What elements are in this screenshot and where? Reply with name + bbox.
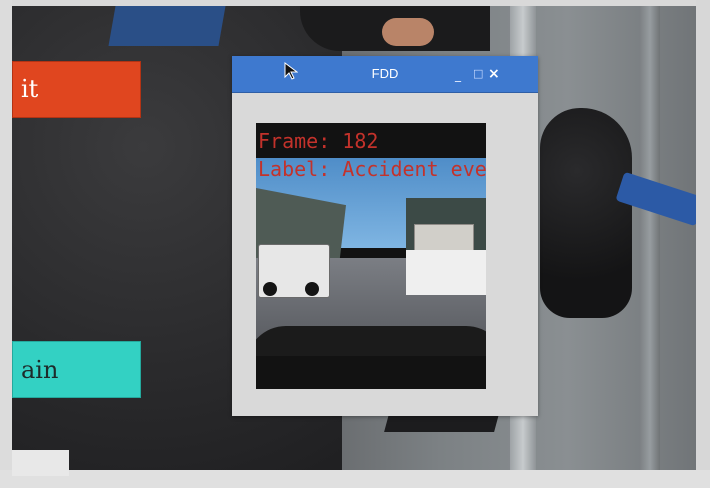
frame-counter-text: Frame: 182 xyxy=(258,129,379,153)
background-glove xyxy=(540,108,632,318)
maximize-icon[interactable]: □ xyxy=(473,67,485,80)
monitor-bezel-bottom xyxy=(0,470,710,488)
scene-car-hood xyxy=(256,326,486,356)
window-titlebar[interactable]: FDD _ □ × xyxy=(232,56,538,93)
monitor-bezel-left xyxy=(0,0,12,488)
fdd-window[interactable]: FDD _ □ × Frame: 182 Label: Accident eve… xyxy=(232,56,538,416)
monitor-bezel-right xyxy=(696,0,710,488)
background-pole-2 xyxy=(640,6,660,476)
app-button-bottom[interactable]: ain xyxy=(12,341,141,398)
app-button-bottom-label: ain xyxy=(21,356,59,384)
app-button-top-label: it xyxy=(21,75,39,103)
minimize-icon[interactable]: _ xyxy=(455,68,467,82)
monitor-bezel-top xyxy=(0,0,710,6)
app-panel-bottom-left xyxy=(12,450,69,476)
scene-truck-wheel xyxy=(305,282,319,296)
classification-label-text: Label: Accident ever xyxy=(258,157,488,181)
background-strap xyxy=(108,6,226,46)
app-button-top[interactable]: it xyxy=(12,61,141,118)
scene-truck-wheel xyxy=(263,282,277,296)
scene-snow xyxy=(406,250,486,295)
background-hand xyxy=(382,18,434,46)
dashcam-image xyxy=(256,158,486,356)
close-icon[interactable]: × xyxy=(488,66,502,82)
